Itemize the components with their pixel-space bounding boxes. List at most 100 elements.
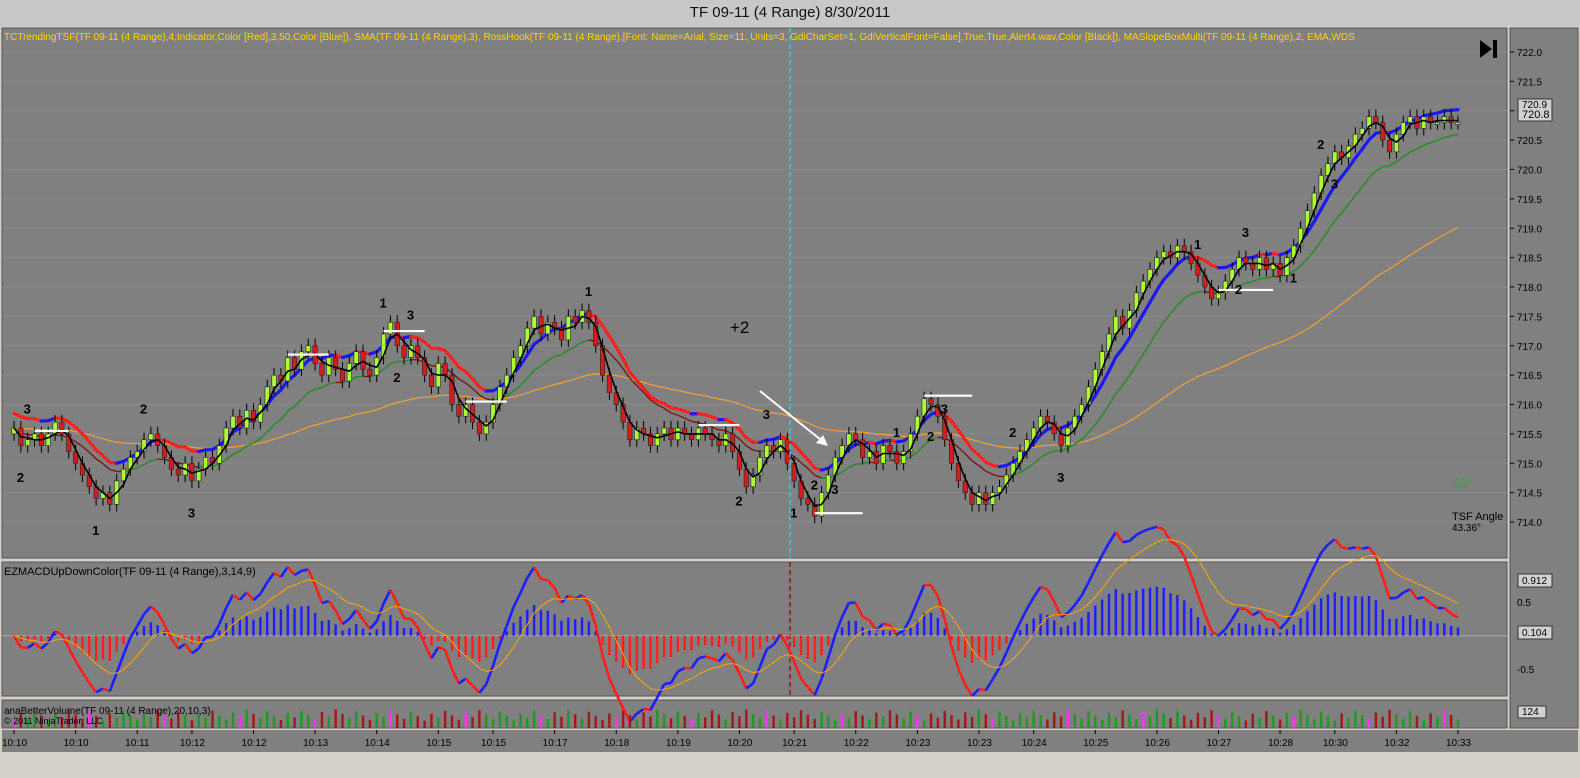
macd-hist-bar xyxy=(792,635,796,648)
macd-hist-bar xyxy=(300,606,303,636)
macd-hist-bar xyxy=(977,635,981,660)
macd-hist-bar xyxy=(738,635,741,653)
volume-bar xyxy=(183,715,187,728)
ross-hook-label: 3 xyxy=(1057,470,1064,485)
macd-hist-bar xyxy=(94,635,98,662)
macd-hist-bar xyxy=(224,623,228,636)
macd-hist-bar xyxy=(293,608,296,636)
macd-hist-bar xyxy=(984,635,987,661)
volume-bar xyxy=(1436,717,1439,728)
volume-bar xyxy=(135,719,139,728)
volume-bar xyxy=(1456,719,1460,728)
macd-hist-bar xyxy=(471,635,474,659)
macd-hist-bar xyxy=(683,635,686,651)
volume-bar xyxy=(792,717,796,728)
macd-hist-bar xyxy=(478,635,481,662)
macd-hist-bar xyxy=(348,628,351,636)
macd-hist-bar xyxy=(936,617,940,636)
volume-bar xyxy=(902,718,905,728)
volume-bar xyxy=(334,709,337,728)
macd-hist-bar xyxy=(149,622,153,636)
volume-bar xyxy=(457,719,461,728)
volume-bar xyxy=(1374,712,1378,728)
volume-bar xyxy=(1326,716,1330,728)
chart-window: TF 09-11 (4 Range) 8/30/2011 32123132132… xyxy=(0,0,1580,778)
macd-hist-bar xyxy=(1053,620,1056,636)
volume-bar xyxy=(820,711,823,728)
volume-bar xyxy=(1189,719,1193,728)
annotation-plus-two: +2 xyxy=(730,318,749,337)
ross-hook-label: 1 xyxy=(585,284,592,299)
chart-canvas[interactable]: 32123132132213132 23132123 714.0714.5715.… xyxy=(0,26,1580,778)
macd-hist-bar xyxy=(88,635,91,657)
macd-hist-bar xyxy=(669,635,673,657)
volume-bar xyxy=(656,709,659,728)
volume-value-label: 124 xyxy=(1522,707,1539,718)
macd-hist-bar xyxy=(1443,623,1446,636)
price-tick-label: 716.0 xyxy=(1517,401,1542,412)
volume-bar xyxy=(1053,712,1056,728)
macd-hist-bar xyxy=(1230,628,1234,636)
macd-hist-bar xyxy=(1224,632,1227,636)
volume-bar xyxy=(710,710,714,728)
macd-hist-bar xyxy=(457,635,461,658)
candle-up xyxy=(346,363,352,382)
ross-hook-label: 2 xyxy=(735,494,742,509)
slope-segment xyxy=(1259,277,1267,280)
volume-bar xyxy=(1018,713,1022,728)
time-tick-label: 10:26 xyxy=(1145,738,1170,749)
macd-hist-bar xyxy=(573,619,577,636)
volume-bar xyxy=(861,715,864,728)
candle-up xyxy=(285,357,291,382)
macd-hist-bar xyxy=(1251,626,1254,636)
macd-hist-bar xyxy=(1100,599,1104,636)
price-tick-label: 714.5 xyxy=(1517,489,1542,500)
time-tick-label: 10:33 xyxy=(1446,738,1471,749)
macd-hist-bar xyxy=(272,607,276,636)
macd-value-label-2: 0.104 xyxy=(1522,628,1547,639)
macd-hist-bar xyxy=(368,632,372,636)
macd-hist-bar xyxy=(601,635,604,645)
volume-bar xyxy=(608,713,611,728)
volume-bar xyxy=(1381,716,1384,728)
time-tick-label: 10:23 xyxy=(967,738,992,749)
macd-hist-bar xyxy=(1381,609,1384,636)
volume-bar xyxy=(1388,709,1391,728)
macd-hist-bar xyxy=(1449,625,1453,636)
volume-bar xyxy=(991,718,994,728)
volume-bar xyxy=(478,710,481,728)
price-tick-label: 718.0 xyxy=(1517,283,1542,294)
volume-bar xyxy=(662,714,666,728)
volume-bar xyxy=(1100,719,1104,728)
macd-hist-bar xyxy=(122,635,125,645)
volume-bar xyxy=(779,719,782,728)
macd-hist-bar xyxy=(1265,628,1268,636)
candle-down xyxy=(428,374,434,388)
macd-hist-bar xyxy=(608,635,611,656)
volume-bar xyxy=(1285,712,1289,728)
volume-bar xyxy=(1217,714,1220,728)
ross-hook-label: 3 xyxy=(831,482,838,497)
volume-bar xyxy=(245,709,248,728)
time-tick-label: 10:24 xyxy=(1022,738,1047,749)
macd-hist-bar xyxy=(327,620,331,636)
volume-bar xyxy=(799,710,803,728)
volume-bar xyxy=(266,711,269,728)
volume-bar xyxy=(307,714,310,728)
macd-line-segment xyxy=(1238,606,1247,611)
candle-down xyxy=(928,398,934,405)
macd-hist-bar xyxy=(354,624,358,636)
volume-bar xyxy=(259,718,262,728)
macd-hist-bar xyxy=(505,631,508,636)
macd-tick-label: -0.5 xyxy=(1517,665,1535,676)
macd-hist-bar xyxy=(1367,595,1371,636)
macd-hist-bar xyxy=(1333,592,1337,636)
volume-bar xyxy=(505,716,508,728)
volume-bar xyxy=(238,716,242,728)
macd-hist-bar xyxy=(1422,618,1425,636)
candle-down xyxy=(1044,415,1050,423)
volume-bar xyxy=(1114,717,1118,728)
volume-bar xyxy=(375,712,378,728)
volume-bar xyxy=(813,718,816,728)
macd-hist-bar xyxy=(553,614,556,636)
